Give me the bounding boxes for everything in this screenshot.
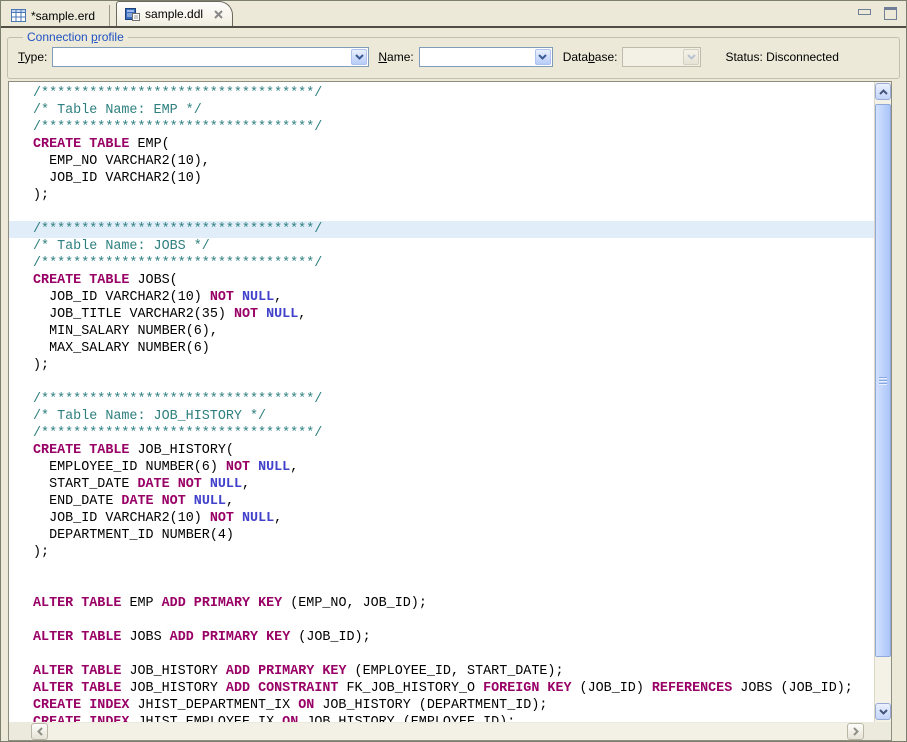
code-line[interactable]: ALTER TABLE JOBS ADD PRIMARY KEY (JOB_ID… [9, 629, 874, 646]
horizontal-scrollbar-row [9, 722, 874, 740]
tab-sample-ddl[interactable]: sample.ddl [116, 1, 233, 26]
code-line[interactable]: MIN_SALARY NUMBER(6), [9, 323, 874, 340]
chevron-down-icon[interactable] [535, 49, 551, 65]
tab-label: *sample.erd [31, 9, 95, 23]
code-line[interactable]: MAX_SALARY NUMBER(6) [9, 340, 874, 357]
status-text: Status: Disconnected [725, 50, 838, 64]
type-combo-value[interactable] [54, 49, 351, 65]
horizontal-scrollbar[interactable] [31, 723, 864, 740]
sql-editor: /**********************************//* T… [8, 81, 892, 741]
group-title: Connection profile [23, 30, 128, 44]
code-line[interactable]: /**********************************/ [9, 391, 874, 408]
scroll-up-icon[interactable] [875, 83, 891, 100]
minimize-icon[interactable] [858, 9, 871, 15]
code-line[interactable]: /**********************************/ [9, 425, 874, 442]
close-icon[interactable] [214, 10, 223, 19]
name-combo-value[interactable] [421, 49, 535, 65]
type-label: Type: [18, 50, 47, 64]
code-line[interactable]: START_DATE DATE NOT NULL, [9, 476, 874, 493]
code-line[interactable]: ALTER TABLE JOB_HISTORY ADD PRIMARY KEY … [9, 663, 874, 680]
connection-profile-section: Connection profile Type: Name: Database [1, 30, 906, 79]
code-line[interactable]: JOB_ID VARCHAR2(10) [9, 170, 874, 187]
erd-table-icon [11, 9, 26, 22]
thumb-grip-icon [879, 377, 887, 385]
name-combo[interactable] [419, 47, 553, 67]
code-line[interactable]: DEPARTMENT_ID NUMBER(4) [9, 527, 874, 544]
status-value: Disconnected [766, 50, 839, 64]
code-line[interactable]: EMP_NO VARCHAR2(10), [9, 153, 874, 170]
code-line[interactable] [9, 612, 874, 629]
code-line[interactable]: JOB_ID VARCHAR2(10) NOT NULL, [9, 289, 874, 306]
vertical-scrollbar-thumb[interactable] [875, 104, 891, 657]
code-line[interactable]: ALTER TABLE EMP ADD PRIMARY KEY (EMP_NO,… [9, 595, 874, 612]
code-line[interactable]: CREATE TABLE JOB_HISTORY( [9, 442, 874, 459]
code-line[interactable]: CREATE INDEX JHIST_DEPARTMENT_IX ON JOB_… [9, 697, 874, 714]
status-label: Status: [725, 50, 762, 64]
ddl-file-icon [125, 7, 140, 21]
name-label: Name: [378, 50, 413, 64]
database-combo-value [624, 49, 683, 65]
tab-bar: *sample.erd sample.ddl [1, 1, 906, 28]
code-line[interactable]: JOB_TITLE VARCHAR2(35) NOT NULL, [9, 306, 874, 323]
code-line[interactable]: /**********************************/ [9, 119, 874, 136]
code-line[interactable]: CREATE INDEX JHIST_EMPLOYEE_IX ON JOB_HI… [9, 714, 874, 722]
view-controls [858, 7, 897, 20]
code-line[interactable]: /**********************************/ [9, 221, 874, 238]
ddl-editor-window: *sample.erd sample.ddl [0, 0, 907, 742]
connection-profile-group: Connection profile Type: Name: Database [7, 30, 900, 79]
code-line[interactable]: ); [9, 187, 874, 204]
chevron-down-icon[interactable] [351, 49, 367, 65]
scroll-right-icon[interactable] [847, 723, 864, 740]
code-line[interactable] [9, 561, 874, 578]
code-line[interactable]: /* Table Name: JOBS */ [9, 238, 874, 255]
code-line[interactable]: /**********************************/ [9, 85, 874, 102]
code-area[interactable]: /**********************************//* T… [9, 82, 874, 722]
code-line[interactable]: /* Table Name: EMP */ [9, 102, 874, 119]
scroll-down-icon[interactable] [875, 703, 891, 720]
code-line[interactable] [9, 374, 874, 391]
type-combo[interactable] [52, 47, 369, 67]
code-line[interactable]: /**********************************/ [9, 255, 874, 272]
code-line[interactable]: END_DATE DATE NOT NULL, [9, 493, 874, 510]
code-line[interactable] [9, 578, 874, 595]
code-line[interactable]: CREATE TABLE JOBS( [9, 272, 874, 289]
scrollbar-spacer [9, 722, 31, 740]
code-line[interactable]: ); [9, 544, 874, 561]
connection-profile-row: Type: Name: Database: [18, 47, 889, 67]
tab-label: sample.ddl [145, 7, 203, 21]
code-line[interactable]: /* Table Name: JOB_HISTORY */ [9, 408, 874, 425]
vertical-scrollbar[interactable] [874, 82, 891, 722]
horizontal-scroll-track[interactable] [48, 723, 847, 740]
scrollbar-corner [874, 722, 891, 740]
code-line[interactable]: EMPLOYEE_ID NUMBER(6) NOT NULL, [9, 459, 874, 476]
code-line[interactable]: ALTER TABLE JOB_HISTORY ADD CONSTRAINT F… [9, 680, 874, 697]
code-line[interactable] [9, 204, 874, 221]
code-line[interactable] [9, 646, 874, 663]
tab-sample-erd[interactable]: *sample.erd [3, 5, 110, 26]
database-combo [622, 47, 701, 67]
chevron-down-icon [683, 49, 699, 65]
maximize-icon[interactable] [884, 7, 897, 20]
code-line[interactable]: CREATE TABLE EMP( [9, 136, 874, 153]
code-line[interactable]: ); [9, 357, 874, 374]
code-line[interactable]: JOB_ID VARCHAR2(10) NOT NULL, [9, 510, 874, 527]
database-label: Database: [563, 50, 618, 64]
scroll-left-icon[interactable] [31, 723, 48, 740]
